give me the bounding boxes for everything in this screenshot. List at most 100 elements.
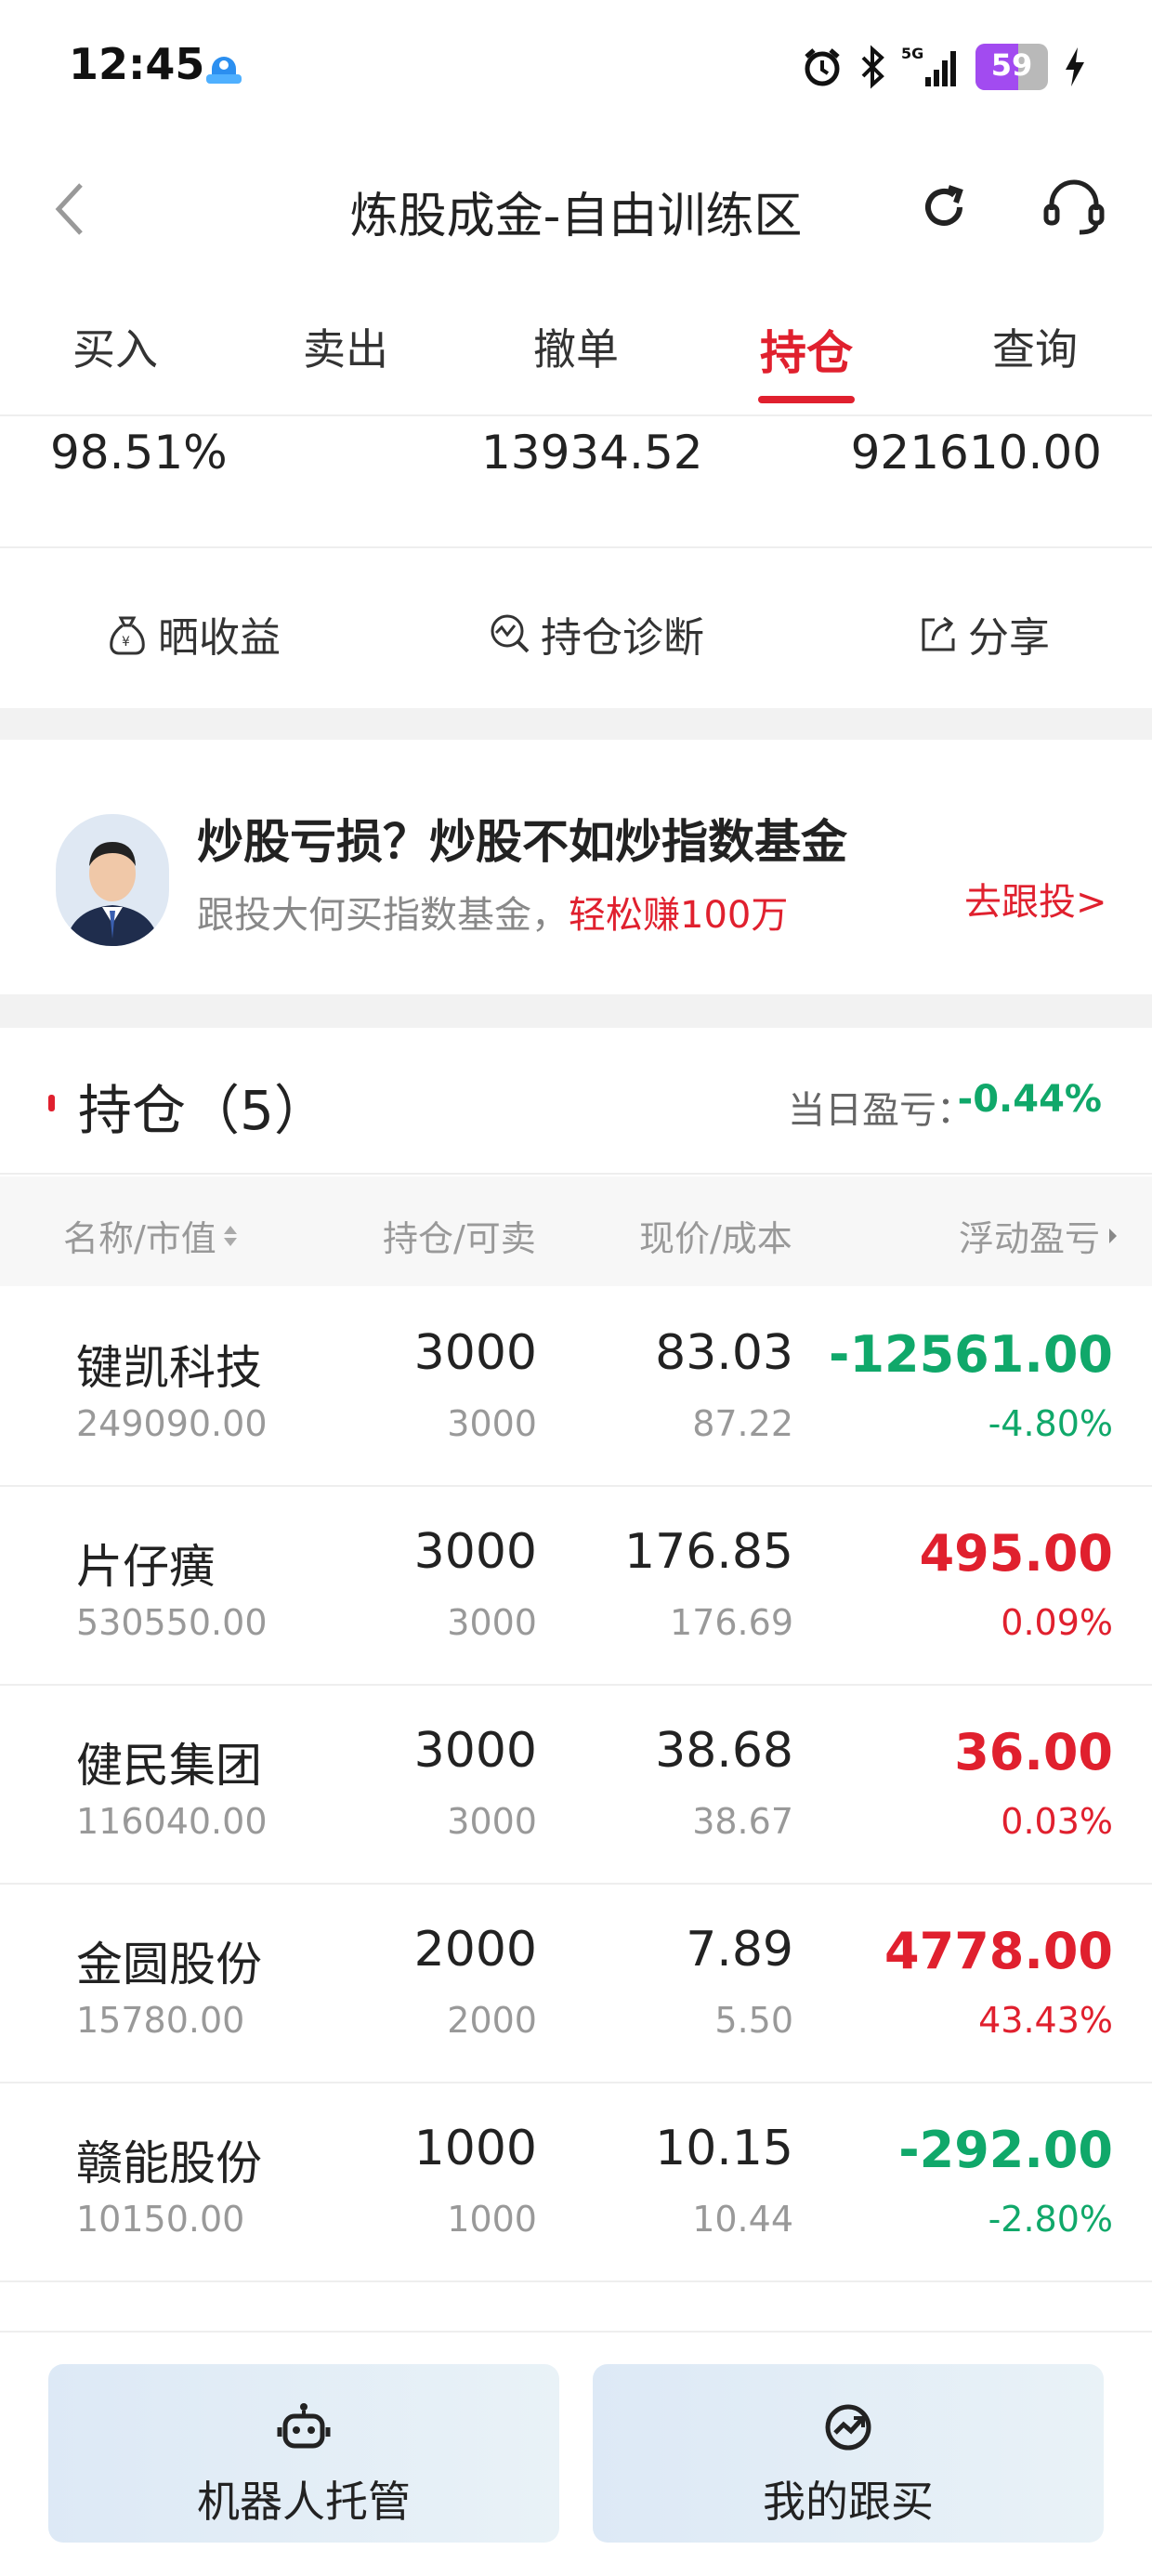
- market-value: 15780.00: [76, 2000, 245, 2041]
- caret-right-icon: [1109, 1228, 1117, 1243]
- avatar: [56, 814, 169, 946]
- floating-pl-pct: 43.43%: [978, 2000, 1113, 2041]
- position-qty: 2000: [413, 1922, 537, 1978]
- summary-value-1: 98.51%: [50, 426, 228, 480]
- cost-price: 5.50: [714, 2000, 793, 2041]
- floating-pl: -12561.00: [829, 1325, 1113, 1384]
- floating-pl: 4778.00: [884, 1922, 1113, 1980]
- daily-pl-label: 当日盈亏：: [788, 1089, 974, 1132]
- follow-invest-link[interactable]: 去跟投>: [964, 872, 1107, 926]
- holdings-column-header: 名称/市值 持仓/可卖 现价/成本 浮动盈亏: [0, 1176, 1152, 1286]
- position-qty: 3000: [413, 1325, 537, 1381]
- show-profit-button[interactable]: ¥ 晒收益: [104, 604, 281, 664]
- position-qty: 3000: [413, 1723, 537, 1779]
- follow-trend-icon: [825, 2404, 871, 2451]
- robot-custody-button[interactable]: 机器人托管: [48, 2364, 559, 2543]
- market-value: 249090.00: [76, 1403, 268, 1444]
- status-icons: 5G 59: [801, 41, 1087, 93]
- robot-custody-label: 机器人托管: [197, 2477, 411, 2527]
- floating-pl-pct: 0.03%: [1001, 1801, 1113, 1842]
- svg-text:¥: ¥: [122, 635, 130, 650]
- floating-pl-pct: -4.80%: [988, 1403, 1113, 1444]
- floating-pl: 495.00: [919, 1524, 1113, 1583]
- stock-name: 片仔癀: [76, 1540, 216, 1594]
- cost-price: 10.44: [692, 2199, 793, 2240]
- holding-row[interactable]: 赣能股份 10150.00 1000 1000 10.15 10.44 -292…: [0, 2083, 1152, 2282]
- holding-row[interactable]: 键凯科技 249090.00 3000 3000 83.03 87.22 -12…: [0, 1288, 1152, 1487]
- market-value: 116040.00: [76, 1801, 268, 1842]
- holdings-header: 持仓（5） 当日盈亏： -0.44%: [0, 1028, 1152, 1175]
- available-qty: 2000: [447, 2000, 537, 2041]
- holding-row[interactable]: 健民集团 116040.00 3000 3000 38.68 38.67 36.…: [0, 1686, 1152, 1885]
- position-qty: 1000: [413, 2121, 537, 2176]
- cost-price: 38.67: [692, 1801, 793, 1842]
- summary-value-2: 13934.52: [481, 426, 703, 480]
- summary-value-3: 921610.00: [850, 426, 1102, 480]
- available-qty: 3000: [447, 1801, 537, 1842]
- battery-level: 59: [990, 47, 1033, 83]
- robot-icon: [277, 2403, 331, 2449]
- cost-price: 176.69: [670, 1602, 793, 1643]
- my-follow-button[interactable]: 我的跟买: [593, 2364, 1104, 2543]
- floating-pl-pct: -2.80%: [988, 2199, 1113, 2240]
- daily-pl-value: -0.44%: [957, 1078, 1102, 1121]
- floating-pl: 36.00: [954, 1723, 1113, 1781]
- share-button[interactable]: 分享: [914, 604, 1050, 664]
- diagnosis-button[interactable]: 持仓诊断: [487, 604, 704, 664]
- column-name-sort[interactable]: 名称/市值: [63, 1210, 239, 1261]
- promo-banner[interactable]: 炒股亏损？炒股不如炒指数基金 跟投大何买指数基金，轻松赚100万 去跟投>: [0, 740, 1152, 994]
- available-qty: 3000: [447, 1403, 537, 1444]
- section-divider-2: [0, 994, 1152, 1028]
- sort-icon: [223, 1225, 237, 1246]
- account-summary: 98.51% 13934.52 921610.00: [0, 416, 1152, 548]
- position-qty: 3000: [413, 1524, 537, 1580]
- status-time: 12:45: [69, 39, 205, 89]
- bottom-action-bar: 机器人托管 我的跟买: [0, 2331, 1152, 2576]
- my-follow-label: 我的跟买: [763, 2477, 934, 2527]
- tab-holdings[interactable]: 持仓: [732, 316, 881, 383]
- promo-subtitle-text: 跟投大何买指数基金，: [197, 894, 569, 937]
- share-icon: [922, 616, 955, 651]
- holding-row[interactable]: 片仔癀 530550.00 3000 3000 176.85 176.69 49…: [0, 1487, 1152, 1686]
- current-price: 176.85: [624, 1524, 793, 1580]
- column-pl: 浮动盈亏: [958, 1218, 1100, 1259]
- app-icon: [206, 57, 242, 84]
- available-qty: 1000: [447, 2199, 537, 2240]
- promo-title: 炒股亏损？炒股不如炒指数基金: [197, 815, 847, 869]
- column-price: 现价/成本: [639, 1218, 792, 1259]
- column-name: 名称/市值: [63, 1218, 216, 1259]
- diagnosis-label: 持仓诊断: [541, 614, 704, 662]
- tab-buy[interactable]: 买入: [41, 316, 190, 377]
- stock-name: 健民集团: [76, 1739, 262, 1793]
- available-qty: 3000: [447, 1602, 537, 1643]
- stock-name: 金圆股份: [76, 1938, 262, 1991]
- share-label: 分享: [968, 614, 1050, 662]
- promo-subtitle: 跟投大何买指数基金，轻松赚100万: [197, 885, 788, 939]
- promo-highlight: 轻松赚100万: [569, 894, 789, 937]
- holding-row[interactable]: 金圆股份 15780.00 2000 2000 7.89 5.50 4778.0…: [0, 1885, 1152, 2083]
- tab-sell[interactable]: 卖出: [271, 316, 420, 377]
- stock-name: 赣能股份: [76, 2136, 262, 2190]
- page-title: 炼股成金-自由训练区: [349, 189, 803, 244]
- show-profit-label: 晒收益: [158, 614, 281, 662]
- customer-service-icon[interactable]: [1039, 171, 1109, 242]
- tab-active-indicator: [758, 396, 855, 403]
- tab-cancel[interactable]: 撤单: [502, 316, 650, 377]
- network-label: 5G: [901, 45, 923, 62]
- alarm-icon: [805, 48, 840, 86]
- app-header: 炼股成金-自由训练区: [0, 139, 1152, 279]
- signal-5g-icon: 5G: [901, 45, 956, 86]
- trade-tabs: 买入 卖出 撤单 持仓 查询: [0, 297, 1152, 416]
- refresh-icon[interactable]: [915, 178, 973, 236]
- money-bag-icon: ¥: [110, 616, 145, 655]
- diagnosis-icon: [491, 614, 530, 653]
- battery-icon: 59: [975, 44, 1048, 90]
- current-price: 10.15: [655, 2121, 793, 2176]
- cost-price: 87.22: [692, 1403, 793, 1444]
- bluetooth-icon: [861, 45, 884, 89]
- tab-query[interactable]: 查询: [961, 316, 1109, 377]
- current-price: 38.68: [655, 1723, 793, 1779]
- action-row: ¥ 晒收益 持仓诊断 分享: [0, 550, 1152, 706]
- column-position: 持仓/可卖: [383, 1218, 536, 1259]
- column-pl-toggle[interactable]: 浮动盈亏: [959, 1210, 1119, 1261]
